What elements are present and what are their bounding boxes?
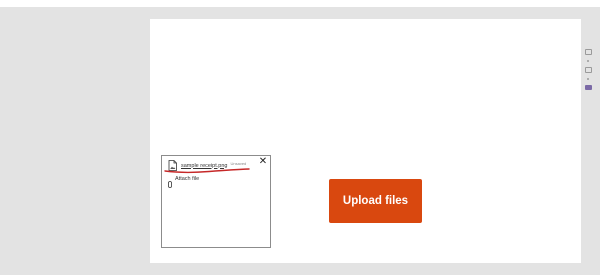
attach-file-link[interactable]: Attach file [168,175,200,188]
separator-dot [587,60,589,62]
close-icon[interactable]: ✕ [258,157,268,167]
device-tool-icon[interactable] [584,67,592,73]
side-toolbar [583,49,593,90]
frame-tool-icon[interactable] [584,49,592,55]
separator-dot [587,78,589,80]
top-strip [0,0,600,7]
attachment-panel: sample receipt.png Unsaved ✕ Attach file [161,155,271,248]
annotation-underline [164,168,250,174]
theme-tool-icon[interactable] [584,85,592,90]
upload-files-button[interactable]: Upload files [329,179,422,223]
paperclip-icon [168,175,172,188]
attach-file-label: Attach file [175,175,200,182]
